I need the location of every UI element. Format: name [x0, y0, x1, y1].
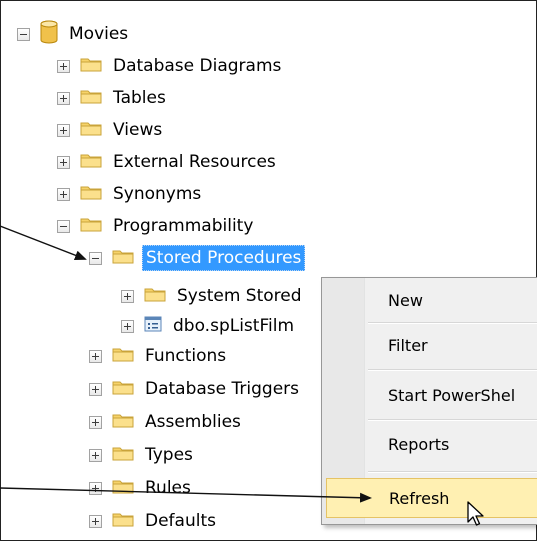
- annotation-arrow-stored-procedures: [0, 225, 87, 261]
- annotation-arrow-refresh: [0, 487, 372, 503]
- annotation-arrows: [0, 225, 372, 503]
